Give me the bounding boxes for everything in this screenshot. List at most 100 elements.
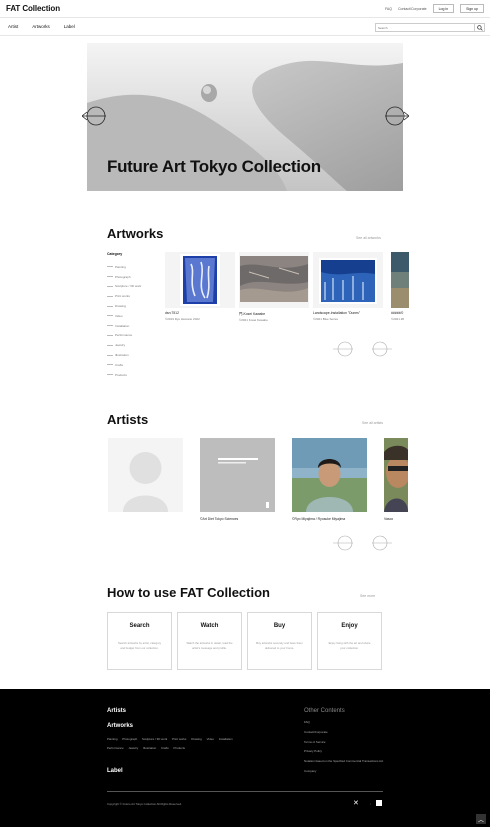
footer-label-link[interactable]: Label [107,768,123,774]
artist-card[interactable]: Vasco [384,438,408,521]
howto-see-more-link[interactable]: See more [360,594,375,598]
category-item[interactable]: Video [107,311,141,321]
howto-card-watch[interactable]: Watch Watch the artworks in detail, read… [177,612,242,670]
faq-link[interactable]: FAQ [385,7,392,11]
footer-other-link[interactable]: Contact/Corporate [304,730,383,740]
search-input[interactable] [375,23,475,32]
category-item[interactable]: Illustration [107,350,141,360]
footer: Artists Artworks Painting Photograph Scu… [0,689,490,827]
footer-category-list: Painting Photograph Sculpture / 3D work … [107,735,242,753]
artist-card[interactable]: ©Art Diet Tokyo Sciences [200,438,275,521]
category-item[interactable]: Jewelry [107,340,141,350]
howto-card-title: Watch [200,623,219,629]
x-twitter-icon[interactable]: ✕ [353,799,359,807]
footer-category-link[interactable]: Products [174,746,185,750]
footer-other-link[interactable]: Company [304,769,383,779]
category-item[interactable]: Performance [107,331,141,341]
footer-other-link[interactable]: Terms of Service [304,740,383,750]
howto-card-search[interactable]: Search Search artworks by artist, catego… [107,612,172,670]
artwork-sub: ©2021 Blue Series [313,317,339,321]
footer-category-link[interactable]: Photograph [122,737,137,741]
footer-category-link[interactable]: Illustration [143,746,156,750]
category-heading: Category [107,252,123,256]
category-item[interactable]: Crafts [107,360,141,370]
artwork-card[interactable]: #####/0 ©2021 ## [391,252,409,321]
howto-card-desc: Buy artworks securely and have them deli… [256,641,303,650]
artist-photo [384,438,408,512]
nav-item-artworks[interactable]: Artworks [32,24,50,29]
artwork-card[interactable]: 門-Kosei Kawabe ©2021 Kosei Kawabe [239,252,309,322]
artist-photo [292,438,367,512]
howto-card-desc: Search artworks by artist, category and … [117,641,162,650]
top-bar: FAT Collection FAQ Contact/Corporate Log… [0,0,490,18]
footer-category-link[interactable]: Installation [219,737,233,741]
category-item[interactable]: Print works [107,291,141,301]
howto-card-enjoy[interactable]: Enjoy Enjoy living with the art and shar… [317,612,382,670]
footer-category-link[interactable]: Video [207,737,214,741]
artist-card[interactable]: ©Ryo Miyajima / Ryosuke Miyajima [292,438,367,521]
howto-card-desc: Watch the artworks in detail, read the a… [186,641,233,650]
artwork-card[interactable]: Landscape-Installation "Dunes" ©2021 Blu… [313,252,383,321]
contact-link[interactable]: Contact/Corporate [398,7,427,11]
footer-category-link[interactable]: Performance [107,746,124,750]
howto-card-title: Buy [273,623,286,629]
category-item[interactable]: Photograph [107,272,141,282]
artist-card[interactable] [108,438,183,517]
instagram-icon[interactable]: ◦ [370,802,371,806]
artists-next-arrow[interactable] [368,535,392,551]
category-item[interactable]: Painting [107,262,141,272]
category-item[interactable]: Drawing [107,301,141,311]
footer-category-link[interactable]: Print works [172,737,186,741]
footer-category-link[interactable]: Drawing [191,737,202,741]
facebook-icon[interactable] [376,800,382,806]
nav-item-label[interactable]: Label [64,24,75,29]
footer-other-list: FAQ Contact/Corporate Terms of Service P… [304,720,383,779]
footer-category-link[interactable]: Jewelry [128,746,138,750]
site-logo[interactable]: FAT Collection [6,4,60,13]
see-all-artworks-link[interactable]: See all artworks [356,236,381,240]
artworks-next-arrow[interactable] [368,341,392,357]
footer-other-link[interactable]: FAQ [304,720,383,730]
hero-title: Future Art Tokyo Collection [107,157,321,176]
artist-placeholder-avatar [108,438,183,512]
howto-card-title: Search [129,623,150,629]
footer-category-link[interactable]: Sculpture / 3D work [142,737,167,741]
footer-divider [107,791,383,792]
artwork-card[interactable]: dsn:7512 ©2019 Ryo Hamano 2022 [165,252,235,321]
footer-category-link[interactable]: Painting [107,737,117,741]
footer-artists-link[interactable]: Artists [107,708,126,714]
login-button[interactable]: Log in [432,4,455,13]
category-item[interactable]: Installation [107,321,141,331]
artwork-image [165,252,235,308]
artwork-caption: dsn:7512 [165,311,179,315]
nav-item-artist[interactable]: Artist [8,24,18,29]
artist-name: ©Art Diet Tokyo Sciences [200,517,239,521]
artists-title: Artists [107,412,149,427]
howto-card-buy[interactable]: Buy Buy artworks securely and have them … [247,612,312,670]
category-item[interactable]: Products [107,370,141,380]
hero-next-arrow[interactable] [381,106,409,126]
search-icon[interactable] [475,23,485,32]
search-bar [375,23,485,32]
see-all-artists-link[interactable]: See all artists [362,421,383,425]
artist-photo [200,438,275,512]
footer-other-link[interactable]: Notation based on the Specified Commerci… [304,759,383,769]
howto-title: How to use FAT Collection [107,585,270,600]
artwork-image [391,252,409,308]
footer-category-link[interactable]: Crafts [161,746,169,750]
category-item[interactable]: Sculpture / 3D work [107,282,141,292]
artwork-sub: ©2019 Ryo Hamano 2022 [165,317,200,321]
signup-button[interactable]: Sign up [460,4,484,13]
back-to-top-icon[interactable]: ︿ [476,814,486,824]
footer-artworks-link[interactable]: Artworks [107,723,133,729]
artwork-sub: ©2021 ## [391,317,405,321]
artist-name: Vasco [384,517,394,521]
footer-other-link[interactable]: Privacy Policy [304,749,383,759]
hero-banner[interactable]: Future Art Tokyo Collection [87,43,403,191]
artwork-sub: ©2021 Kosei Kawabe [239,318,268,322]
artwork-image [239,252,309,308]
category-list: Painting Photograph Sculpture / 3D work … [107,262,141,380]
hero-prev-arrow[interactable] [82,106,110,126]
artworks-prev-arrow[interactable] [333,341,357,357]
artists-prev-arrow[interactable] [333,535,357,551]
